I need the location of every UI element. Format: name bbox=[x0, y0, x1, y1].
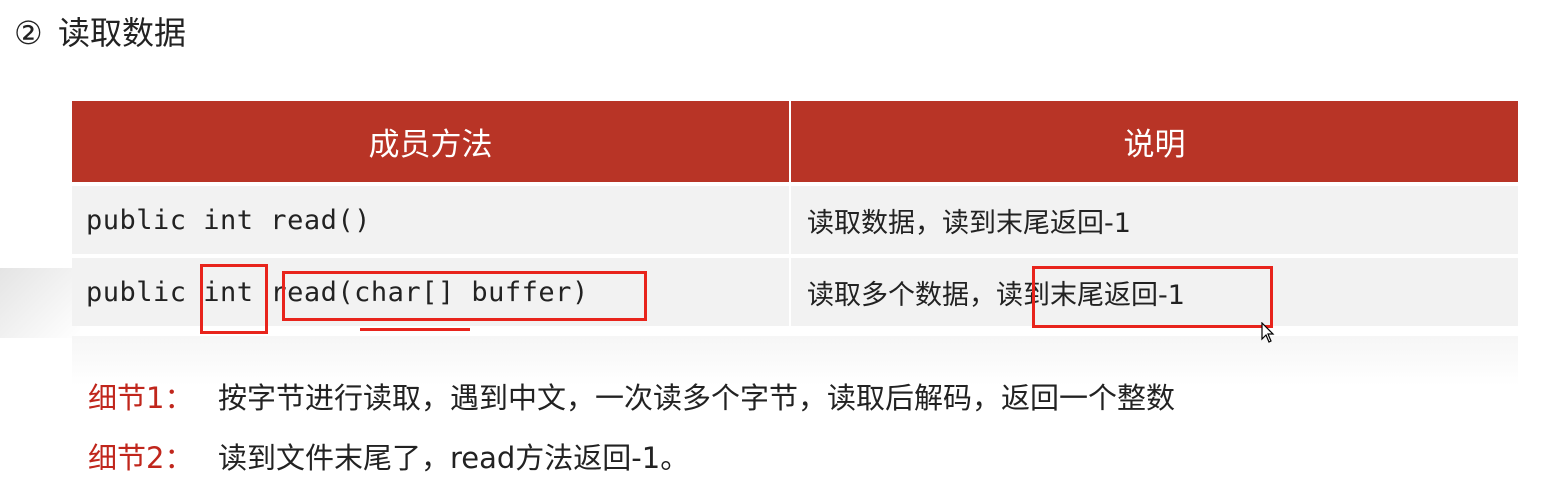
header-description: 说明 bbox=[791, 101, 1518, 182]
note-text: 按字节进行读取，遇到中文，一次读多个字节，读取后解码，返回一个整数 bbox=[218, 381, 1176, 415]
buffer-underline bbox=[360, 328, 470, 331]
mouse-cursor-icon bbox=[1261, 322, 1275, 343]
int-highlight-box bbox=[200, 264, 268, 334]
table-row: public int read() 读取数据，读到末尾返回-1 bbox=[72, 186, 1518, 254]
note-label: 细节1： bbox=[88, 381, 194, 415]
note-label: 细节2： bbox=[88, 441, 194, 475]
description-part: 读取多个数据， bbox=[807, 279, 996, 311]
heading-title: 读取数据 bbox=[58, 14, 187, 52]
note-2: 细节2： 读到文件末尾了，read方法返回-1。 bbox=[88, 438, 689, 478]
note-1: 细节1： 按字节进行读取，遇到中文，一次读多个字节，读取后解码，返回一个整数 bbox=[88, 378, 1175, 418]
note-text: 读到文件末尾了，read方法返回-1。 bbox=[218, 441, 690, 475]
read-highlight-box bbox=[282, 271, 647, 321]
table-header-row: 成员方法 说明 bbox=[72, 101, 1518, 182]
return-highlight-box bbox=[1032, 266, 1273, 328]
background-shadow bbox=[0, 268, 80, 338]
method-modifier: public bbox=[86, 276, 204, 308]
method-cell: public int read() bbox=[72, 186, 789, 254]
header-method: 成员方法 bbox=[72, 101, 789, 182]
section-heading: ② 读取数据 bbox=[14, 10, 186, 56]
description-cell: 读取数据，读到末尾返回-1 bbox=[791, 186, 1518, 254]
heading-number: ② bbox=[14, 14, 43, 52]
